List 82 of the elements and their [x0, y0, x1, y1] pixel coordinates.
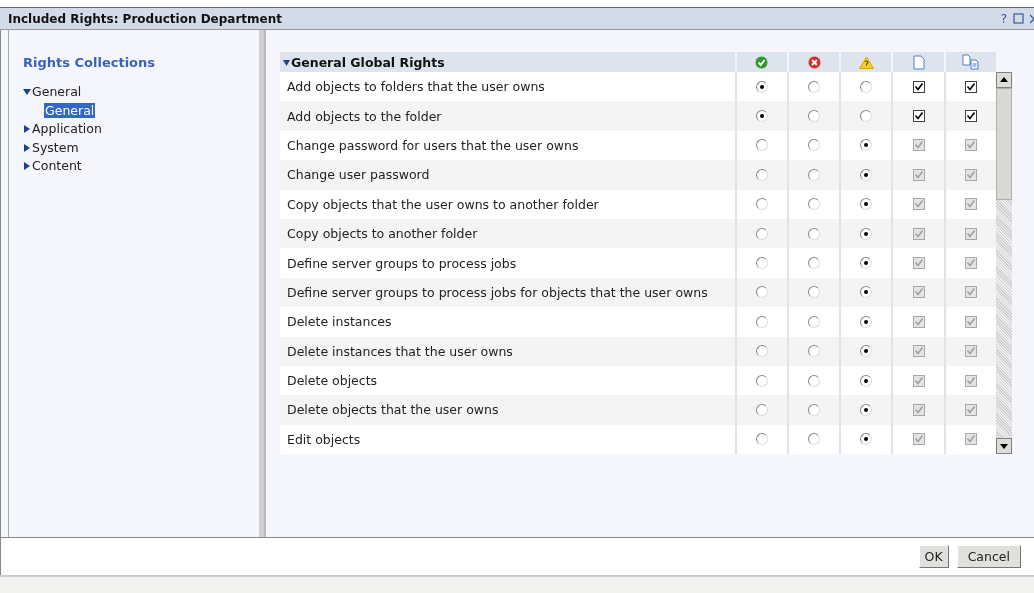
sidebar-title: Rights Collections [23, 55, 156, 70]
right-label: Copy objects to another folder [287, 226, 478, 242]
deny-radio[interactable] [808, 139, 820, 152]
right-label: Change password for users that the user owns [287, 137, 579, 153]
right-label: Delete instances that the user owns [287, 343, 513, 359]
not-specified-radio[interactable] [860, 374, 873, 387]
not-specified-radio[interactable] [860, 139, 873, 152]
right-label: Define server groups to process jobs for objects that the user owns [287, 284, 708, 300]
not-specified-radio[interactable] [860, 345, 873, 358]
right-label: Change user password [287, 167, 430, 183]
right-label: Delete instances [287, 314, 392, 330]
section-title: General Global Rights [291, 54, 445, 70]
deny-radio[interactable] [808, 198, 820, 211]
documents-icon [961, 54, 980, 70]
not-specified-radio[interactable] [860, 110, 873, 123]
grant-radio[interactable] [755, 404, 768, 416]
apply-to-object-checkbox[interactable] [912, 80, 925, 93]
expanded-icon[interactable] [283, 58, 290, 66]
expanded-icon[interactable] [23, 88, 31, 97]
grant-radio[interactable] [755, 257, 768, 270]
scrollbar[interactable] [996, 72, 1012, 454]
deny-radio[interactable] [808, 227, 820, 240]
grant-radio[interactable] [755, 80, 768, 93]
right-label: Add objects to the folder [287, 108, 442, 124]
cross-circle-icon [807, 55, 821, 69]
grant-radio[interactable] [755, 198, 768, 211]
warning-icon [858, 55, 874, 69]
collapsed-icon[interactable] [23, 125, 31, 134]
close-icon[interactable] [1030, 13, 1034, 24]
check-circle-icon [755, 55, 769, 69]
ok-button[interactable]: OK [918, 545, 949, 568]
grant-radio[interactable] [755, 168, 768, 181]
grant-radio[interactable] [755, 345, 768, 358]
collapsed-icon[interactable] [23, 143, 31, 152]
help-button[interactable]: ? [1000, 11, 1007, 26]
not-specified-radio[interactable] [860, 315, 873, 328]
deny-radio[interactable] [808, 257, 820, 270]
window-title: Included Rights: Production Department [8, 11, 282, 26]
apply-to-sub-objects-checkbox[interactable] [964, 110, 977, 123]
grant-radio[interactable] [755, 374, 768, 387]
scroll-up-button[interactable] [996, 72, 1012, 88]
grant-radio[interactable] [755, 139, 768, 152]
maximize-icon[interactable] [1013, 13, 1024, 24]
deny-radio[interactable] [808, 110, 820, 123]
deny-radio[interactable] [808, 286, 820, 299]
not-specified-radio[interactable] [860, 286, 873, 299]
apply-to-sub-objects-checkbox[interactable] [964, 80, 977, 93]
tree-item[interactable]: Content [32, 157, 82, 176]
deny-radio[interactable] [808, 168, 820, 181]
grant-radio[interactable] [755, 315, 768, 328]
apply-to-object-checkbox[interactable] [912, 110, 925, 123]
cancel-button[interactable]: Cancel [956, 545, 1021, 568]
right-label: Define server groups to process jobs [287, 255, 517, 271]
right-label: Delete objects that the user owns [287, 402, 499, 418]
right-label: Copy objects that the user owns to another folder [287, 196, 599, 212]
not-specified-radio[interactable] [860, 198, 873, 211]
deny-radio[interactable] [808, 374, 820, 387]
not-specified-radio[interactable] [860, 227, 873, 240]
deny-radio[interactable] [808, 80, 820, 93]
not-specified-radio[interactable] [860, 404, 873, 416]
deny-radio[interactable] [808, 345, 820, 358]
deny-radio[interactable] [808, 404, 820, 416]
deny-radio[interactable] [808, 315, 820, 328]
tree-item[interactable]: System [32, 138, 79, 157]
not-specified-radio[interactable] [860, 433, 873, 446]
tree-item[interactable]: General [44, 102, 96, 118]
grant-radio[interactable] [755, 227, 768, 240]
right-label: Delete objects [287, 373, 378, 389]
grant-radio[interactable] [755, 286, 768, 299]
right-label: Add objects to folders that the user owns [287, 79, 545, 95]
not-specified-radio[interactable] [860, 80, 873, 93]
document-icon [912, 54, 925, 70]
right-label: Edit objects [287, 431, 361, 447]
collapsed-icon[interactable] [23, 162, 31, 171]
grant-radio[interactable] [755, 433, 768, 446]
grant-radio[interactable] [755, 110, 768, 123]
deny-radio[interactable] [808, 433, 820, 446]
not-specified-radio[interactable] [860, 257, 873, 270]
scroll-down-button[interactable] [996, 438, 1012, 454]
not-specified-radio[interactable] [860, 168, 873, 181]
tree-item[interactable]: Application [32, 120, 102, 139]
tree-item[interactable]: General [32, 83, 82, 102]
